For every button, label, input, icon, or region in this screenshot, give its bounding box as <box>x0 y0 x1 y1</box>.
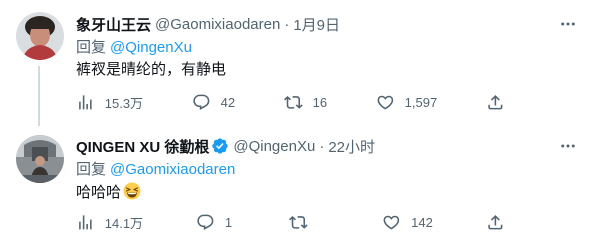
tweet-1[interactable]: 象牙山王云 @Gaomixiaodaren · 1月9日 回复 @QingenXu… <box>0 0 594 126</box>
retweet-button[interactable]: 16 <box>283 92 328 112</box>
views-button[interactable]: 15.3万 <box>76 92 143 112</box>
reply-count: 42 <box>220 94 236 110</box>
retweet-button[interactable] <box>289 212 329 232</box>
tweet-header: QINGEN XU 徐勤根 @QingenXu · 22小时 <box>76 136 578 156</box>
views-button[interactable]: 14.1万 <box>76 212 143 232</box>
share-button[interactable] <box>486 92 506 112</box>
reply-prefix: 回复 <box>76 161 107 178</box>
views-count: 15.3万 <box>104 95 144 111</box>
tweet-text-content: 裤衩是晴纶的，有静电 <box>76 61 227 78</box>
reply-icon <box>197 214 214 230</box>
reply-count: 1 <box>224 214 233 230</box>
separator-dot: · <box>319 137 325 155</box>
reply-mention-link[interactable]: @QingenXu <box>110 39 192 56</box>
tweet-text: 裤衩是晴纶的，有静电 <box>76 60 578 80</box>
timestamp[interactable]: 22小时 <box>328 136 375 157</box>
views-chart-icon <box>79 214 92 230</box>
like-button[interactable]: 142 <box>382 212 433 232</box>
like-count: 1,597 <box>404 94 438 110</box>
reply-prefix: 回复 <box>76 39 107 56</box>
timestamp[interactable]: 1月9日 <box>293 14 340 35</box>
retweet-icon <box>283 95 303 109</box>
separator-dot: · <box>284 15 290 33</box>
share-icon <box>488 94 503 110</box>
like-button[interactable]: 1,597 <box>376 92 437 112</box>
views-count: 14.1万 <box>104 215 144 231</box>
tweet-actions: 14.1万 1 142 <box>76 212 506 232</box>
retweet-icon <box>289 215 308 229</box>
display-name[interactable]: 象牙山王云 <box>76 14 151 35</box>
thread-connector-line <box>38 66 40 126</box>
avatar-image <box>16 135 64 183</box>
views-chart-icon <box>79 94 92 110</box>
grinning-squinting-face-icon <box>123 182 141 206</box>
tweet-body: 象牙山王云 @Gaomixiaodaren · 1月9日 回复 @QingenXu… <box>76 14 578 80</box>
verified-badge-icon <box>211 137 229 155</box>
tweet-header: 象牙山王云 @Gaomixiaodaren · 1月9日 <box>76 14 578 34</box>
reply-button[interactable]: 42 <box>192 92 235 112</box>
heart-icon <box>383 215 400 230</box>
tweet-text: 哈哈哈 <box>76 182 578 206</box>
more-options-icon[interactable] <box>558 136 578 156</box>
avatar[interactable] <box>16 12 64 60</box>
reply-mention-link[interactable]: @Gaomixiaodaren <box>110 161 235 178</box>
more-options-icon[interactable] <box>558 14 578 34</box>
tweet-body: QINGEN XU 徐勤根 @QingenXu · 22小时 回复 @Gaomix… <box>76 136 578 206</box>
heart-icon <box>377 95 394 110</box>
tweet-actions: 15.3万 42 16 1,597 <box>76 92 506 112</box>
tweet-2[interactable]: QINGEN XU 徐勤根 @QingenXu · 22小时 回复 @Gaomix… <box>0 122 594 246</box>
avatar[interactable] <box>16 135 64 183</box>
user-handle[interactable]: @Gaomixiaodaren <box>155 16 280 33</box>
user-handle[interactable]: @QingenXu <box>233 138 315 155</box>
like-count: 142 <box>411 214 433 230</box>
share-button[interactable] <box>486 212 506 232</box>
share-icon <box>488 214 503 230</box>
reply-context: 回复 @Gaomixiaodaren <box>76 160 578 180</box>
avatar-image <box>16 12 64 60</box>
display-name[interactable]: QINGEN XU 徐勤根 <box>76 136 209 157</box>
reply-context: 回复 @QingenXu <box>76 38 578 58</box>
reply-icon <box>193 94 210 110</box>
tweet-text-content: 哈哈哈 <box>76 184 122 201</box>
reply-button[interactable]: 1 <box>196 212 236 232</box>
retweet-count: 16 <box>312 94 328 110</box>
